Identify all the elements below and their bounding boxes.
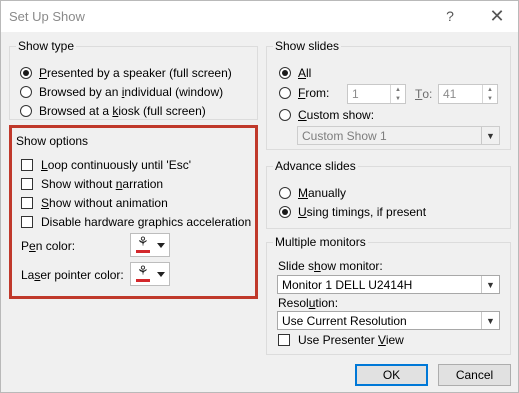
spin-down-icon: ▼ (487, 95, 493, 102)
checkbox[interactable] (21, 197, 33, 209)
show-options-label: Show options (16, 134, 89, 148)
checkbox-use-presenter-view[interactable]: Use Presenter View (278, 333, 404, 347)
radio-button[interactable] (20, 67, 32, 79)
laser-pointer-color-button[interactable]: ⚘ (130, 262, 170, 286)
radio-custom-show[interactable]: Custom show: (279, 108, 374, 122)
spinner-arrows[interactable]: ▲ ▼ (482, 85, 497, 103)
radio-browsed-at-kiosk[interactable]: Browsed at a kiosk (full screen) (20, 104, 206, 118)
custom-show-select[interactable]: Custom Show 1 ▼ (297, 126, 500, 145)
chevron-down-icon[interactable]: ▼ (481, 312, 499, 329)
close-icon[interactable]: ✕ (483, 5, 511, 27)
slide-show-monitor-select[interactable]: Monitor 1 DELL U2414H ▼ (277, 275, 500, 294)
paint-bucket-icon: ⚘ (135, 234, 153, 254)
show-slides-label: Show slides (273, 39, 342, 53)
to-label: To: (415, 87, 433, 101)
pen-color-button[interactable]: ⚘ (130, 233, 170, 257)
checkbox-loop-continuously[interactable]: Loop continuously until 'Esc' (21, 158, 191, 172)
set-up-show-dialog: Set Up Show ? ✕ Show type Presented by a… (0, 0, 519, 393)
spin-up-icon: ▲ (487, 86, 493, 93)
chevron-down-icon[interactable]: ▼ (481, 276, 499, 293)
resolution-select[interactable]: Use Current Resolution ▼ (277, 311, 500, 330)
radio-button[interactable] (20, 105, 32, 117)
laser-pointer-color-label: La s er pointer color: (21, 268, 124, 282)
radio-all-slides[interactable]: All (279, 66, 311, 80)
to-slide-value: 41 (443, 87, 457, 101)
chevron-down-icon (157, 242, 165, 248)
monitor-value: Monitor 1 DELL U2414H (282, 277, 413, 292)
spinner-arrows[interactable]: ▲ ▼ (390, 85, 405, 103)
from-slide-spinner[interactable]: 1 ▲ ▼ (347, 84, 406, 104)
checkbox[interactable] (278, 334, 290, 346)
resolution-label: Resol u tion: (278, 296, 339, 310)
radio-button[interactable] (279, 187, 291, 199)
radio-button[interactable] (20, 86, 32, 98)
radio-manually[interactable]: Manually (279, 186, 346, 200)
checkbox-without-narration[interactable]: Show without narration (21, 177, 163, 191)
chevron-down-icon (157, 271, 165, 277)
resolution-value: Use Current Resolution (282, 313, 407, 328)
checkbox[interactable] (21, 159, 33, 171)
checkbox[interactable] (21, 216, 33, 228)
radio-button[interactable] (279, 206, 291, 218)
paint-bucket-icon: ⚘ (135, 263, 153, 283)
ok-button[interactable]: OK (355, 364, 428, 386)
from-slide-value: 1 (352, 87, 359, 101)
radio-using-timings[interactable]: Using timings, if present (279, 205, 426, 219)
radio-button[interactable] (279, 87, 291, 99)
pen-color-label: Pen color: (21, 239, 76, 253)
dialog-title: Set Up Show (9, 9, 85, 24)
cancel-button[interactable]: Cancel (438, 364, 511, 386)
spin-up-icon: ▲ (395, 86, 401, 93)
multiple-monitors-label: Multiple monitors (273, 235, 368, 249)
radio-presented-by-speaker[interactable]: Presented by a speaker (full screen) (20, 66, 232, 80)
radio-button[interactable] (279, 67, 291, 79)
checkbox[interactable] (21, 178, 33, 190)
title-bar: Set Up Show ? ✕ (1, 1, 518, 32)
radio-button[interactable] (279, 109, 291, 121)
advance-slides-label: Advance slides (273, 159, 358, 173)
radio-from-slide[interactable]: From: (279, 86, 329, 100)
custom-show-value: Custom Show 1 (302, 128, 387, 143)
help-icon[interactable]: ? (436, 5, 464, 27)
checkbox-disable-hw-acceleration[interactable]: Disable hardware graphics acceleration (21, 215, 251, 229)
radio-browsed-by-individual[interactable]: Browsed by an individual (window) (20, 85, 223, 99)
checkbox-without-animation[interactable]: Show without animation (21, 196, 168, 210)
spin-down-icon: ▼ (395, 95, 401, 102)
show-type-label: Show type (16, 39, 77, 53)
chevron-down-icon[interactable]: ▼ (481, 127, 499, 144)
to-slide-spinner[interactable]: 41 ▲ ▼ (438, 84, 498, 104)
slide-show-monitor-label: Slide s h ow monitor: (278, 259, 383, 273)
